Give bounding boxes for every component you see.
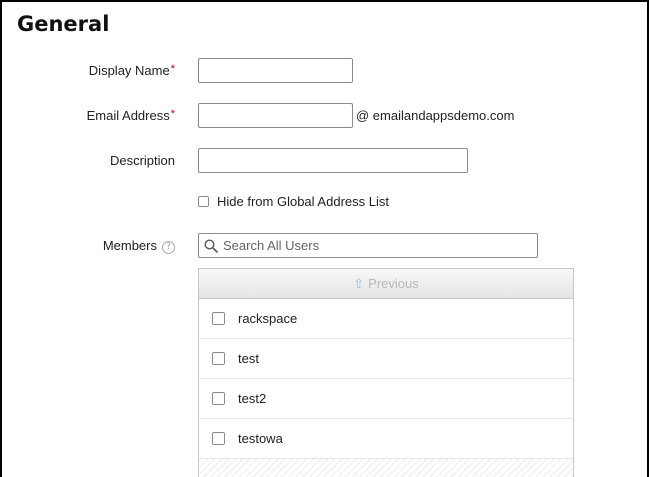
- previous-label: Previous: [368, 276, 419, 291]
- email-domain-suffix: @ emailandappsdemo.com: [356, 108, 515, 123]
- section-title: General: [17, 12, 110, 36]
- display-name-input[interactable]: [198, 58, 353, 83]
- list-item[interactable]: test: [199, 339, 573, 379]
- member-checkbox[interactable]: [212, 312, 225, 325]
- search-users-input[interactable]: [223, 238, 523, 253]
- email-address-label-text: Email Address: [86, 108, 170, 123]
- email-address-input[interactable]: [198, 103, 353, 128]
- arrow-up-icon: ⇧: [353, 275, 365, 291]
- list-item[interactable]: rackspace: [199, 299, 573, 339]
- help-icon[interactable]: ?: [162, 241, 175, 254]
- email-address-label: Email Address*: [87, 108, 175, 123]
- members-label-text: Members: [102, 238, 157, 253]
- hide-from-gal-checkbox[interactable]: [198, 196, 209, 207]
- members-label: Members?: [103, 238, 175, 254]
- search-users-field[interactable]: [198, 233, 538, 258]
- description-input[interactable]: [198, 148, 468, 173]
- members-list: ⇧ Previous rackspace test test2 testowa: [198, 268, 574, 477]
- list-item[interactable]: test2: [199, 379, 573, 419]
- required-marker: *: [170, 63, 175, 75]
- member-name: rackspace: [238, 311, 298, 326]
- list-loading-area: [199, 459, 573, 477]
- member-name: testowa: [238, 431, 283, 446]
- member-checkbox[interactable]: [212, 352, 225, 365]
- member-checkbox[interactable]: [212, 432, 225, 445]
- general-form-panel: General Display Name* Email Address* @ e…: [0, 0, 649, 477]
- list-item[interactable]: testowa: [199, 419, 573, 459]
- member-name: test2: [238, 391, 267, 406]
- member-name: test: [238, 351, 259, 366]
- search-icon: [204, 238, 218, 253]
- display-name-label: Display Name*: [89, 63, 175, 78]
- hide-from-gal-row[interactable]: Hide from Global Address List: [198, 194, 389, 209]
- display-name-label-text: Display Name: [88, 63, 170, 78]
- previous-page-button[interactable]: ⇧ Previous: [199, 269, 573, 299]
- description-label: Description: [109, 153, 175, 168]
- required-marker: *: [170, 108, 175, 120]
- member-checkbox[interactable]: [212, 392, 225, 405]
- hide-from-gal-label: Hide from Global Address List: [217, 194, 389, 209]
